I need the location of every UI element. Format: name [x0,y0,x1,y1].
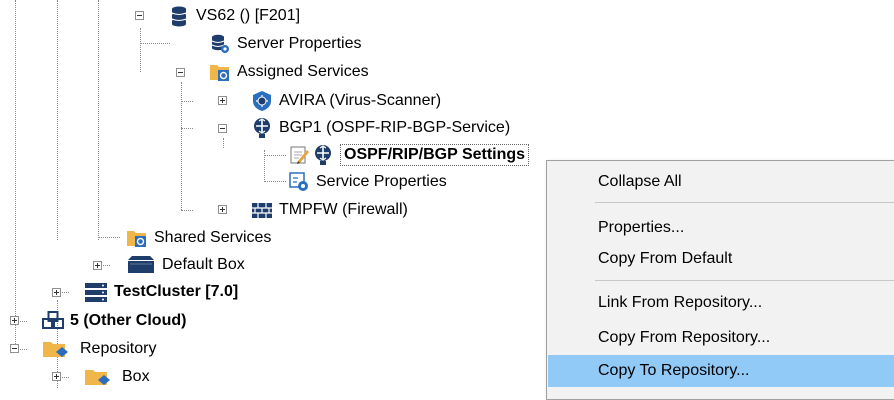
tree-node-label: Server Properties [237,35,362,52]
menu-separator [595,280,894,281]
expand-toggle-default-box[interactable] [93,261,102,270]
expand-toggle-box[interactable] [52,372,61,381]
expand-toggle-tmpfw[interactable] [218,205,227,214]
tree-node-label: TMPFW (Firewall) [279,201,408,218]
tree-node-label: AVIRA (Virus-Scanner) [279,92,442,109]
box-icon [126,254,156,276]
firewall-icon [251,199,273,221]
folder-service-icon [209,61,231,83]
menu-item-label: Copy From Repository... [598,329,771,346]
menu-item-copy-from-repository[interactable]: Copy From Repository... [548,322,894,354]
properties-gear-icon [288,171,310,193]
menu-item-label: Copy To Repository... [598,362,750,379]
database-stack-icon [168,5,190,27]
tree-node-default-box[interactable]: Default Box [126,253,245,277]
expand-toggle-testcluster[interactable] [52,288,61,297]
server-rack-icon [84,281,108,303]
collapse-toggle-repository[interactable] [10,344,19,353]
folder-repository-icon [42,338,70,360]
tree-node-label: Default Box [162,256,245,273]
tree-node-label: Box [122,368,150,385]
tree-node-server-properties[interactable]: Server Properties [209,32,362,56]
tree-node-label: 5 (Other Cloud) [70,312,187,329]
cloud-nodes-icon [42,310,64,332]
collapse-toggle-assigned-services[interactable] [176,68,185,77]
tree-node-ospf-settings[interactable]: OSPF/RIP/BGP Settings [288,143,530,167]
virus-scanner-icon [251,90,273,112]
tree-node-label: TestCluster [7.0] [114,283,239,300]
tree-node-bgp1[interactable]: BGP1 (OSPF-RIP-BGP-Service) [251,116,510,140]
router-icon [312,144,334,166]
expand-toggle-avira[interactable] [218,96,227,105]
tree-node-label: Service Properties [316,173,447,190]
menu-item-copy-to-repository[interactable]: Copy To Repository... [548,355,894,387]
tree-node-shared-services[interactable]: Shared Services [126,226,271,250]
menu-item-link-from-repository[interactable]: Link From Repository... [548,287,894,319]
tree-node-testcluster[interactable]: TestCluster [7.0] [84,280,238,304]
menu-item-label: Collapse All [598,173,682,190]
folder-repository-icon [84,366,112,388]
tree-node-tmpfw[interactable]: TMPFW (Firewall) [251,198,408,222]
tree-node-label: OSPF/RIP/BGP Settings [340,144,530,166]
tree-node-vs62[interactable]: VS62 () [F201] [168,4,300,28]
menu-item-label: Link From Repository... [598,294,763,311]
tree-node-box[interactable]: Box [84,365,150,389]
menu-item-label: Properties... [598,219,685,236]
collapse-toggle-bgp1[interactable] [218,124,227,133]
tree-node-assigned-services[interactable]: Assigned Services [209,60,369,84]
tree-node-repository[interactable]: Repository [42,337,156,361]
tree-node-avira[interactable]: AVIRA (Virus-Scanner) [251,89,441,113]
menu-item-label: Copy From Default [598,250,733,267]
tree-node-other-cloud[interactable]: 5 (Other Cloud) [42,309,186,333]
menu-item-copy-from-default[interactable]: Copy From Default [548,243,894,275]
menu-separator [595,202,894,203]
edit-note-icon [288,144,309,166]
expand-toggle-other-cloud[interactable] [10,316,19,325]
tree-node-label: BGP1 (OSPF-RIP-BGP-Service) [279,119,511,136]
menu-item-properties[interactable]: Properties... [548,212,894,244]
tree-node-label: Assigned Services [237,63,369,80]
collapse-toggle-vs62[interactable] [135,11,144,20]
menu-item-collapse-all[interactable]: Collapse All [548,166,894,198]
tree-node-service-properties[interactable]: Service Properties [288,170,447,194]
context-menu: Collapse All Properties... Copy From Def… [546,160,894,400]
database-gear-icon [209,33,231,55]
tree-node-label: VS62 () [F201] [196,7,301,24]
tree-node-label: Repository [80,340,157,357]
router-icon [251,117,273,139]
folder-service-icon [126,227,148,249]
tree-node-label: Shared Services [154,229,272,246]
